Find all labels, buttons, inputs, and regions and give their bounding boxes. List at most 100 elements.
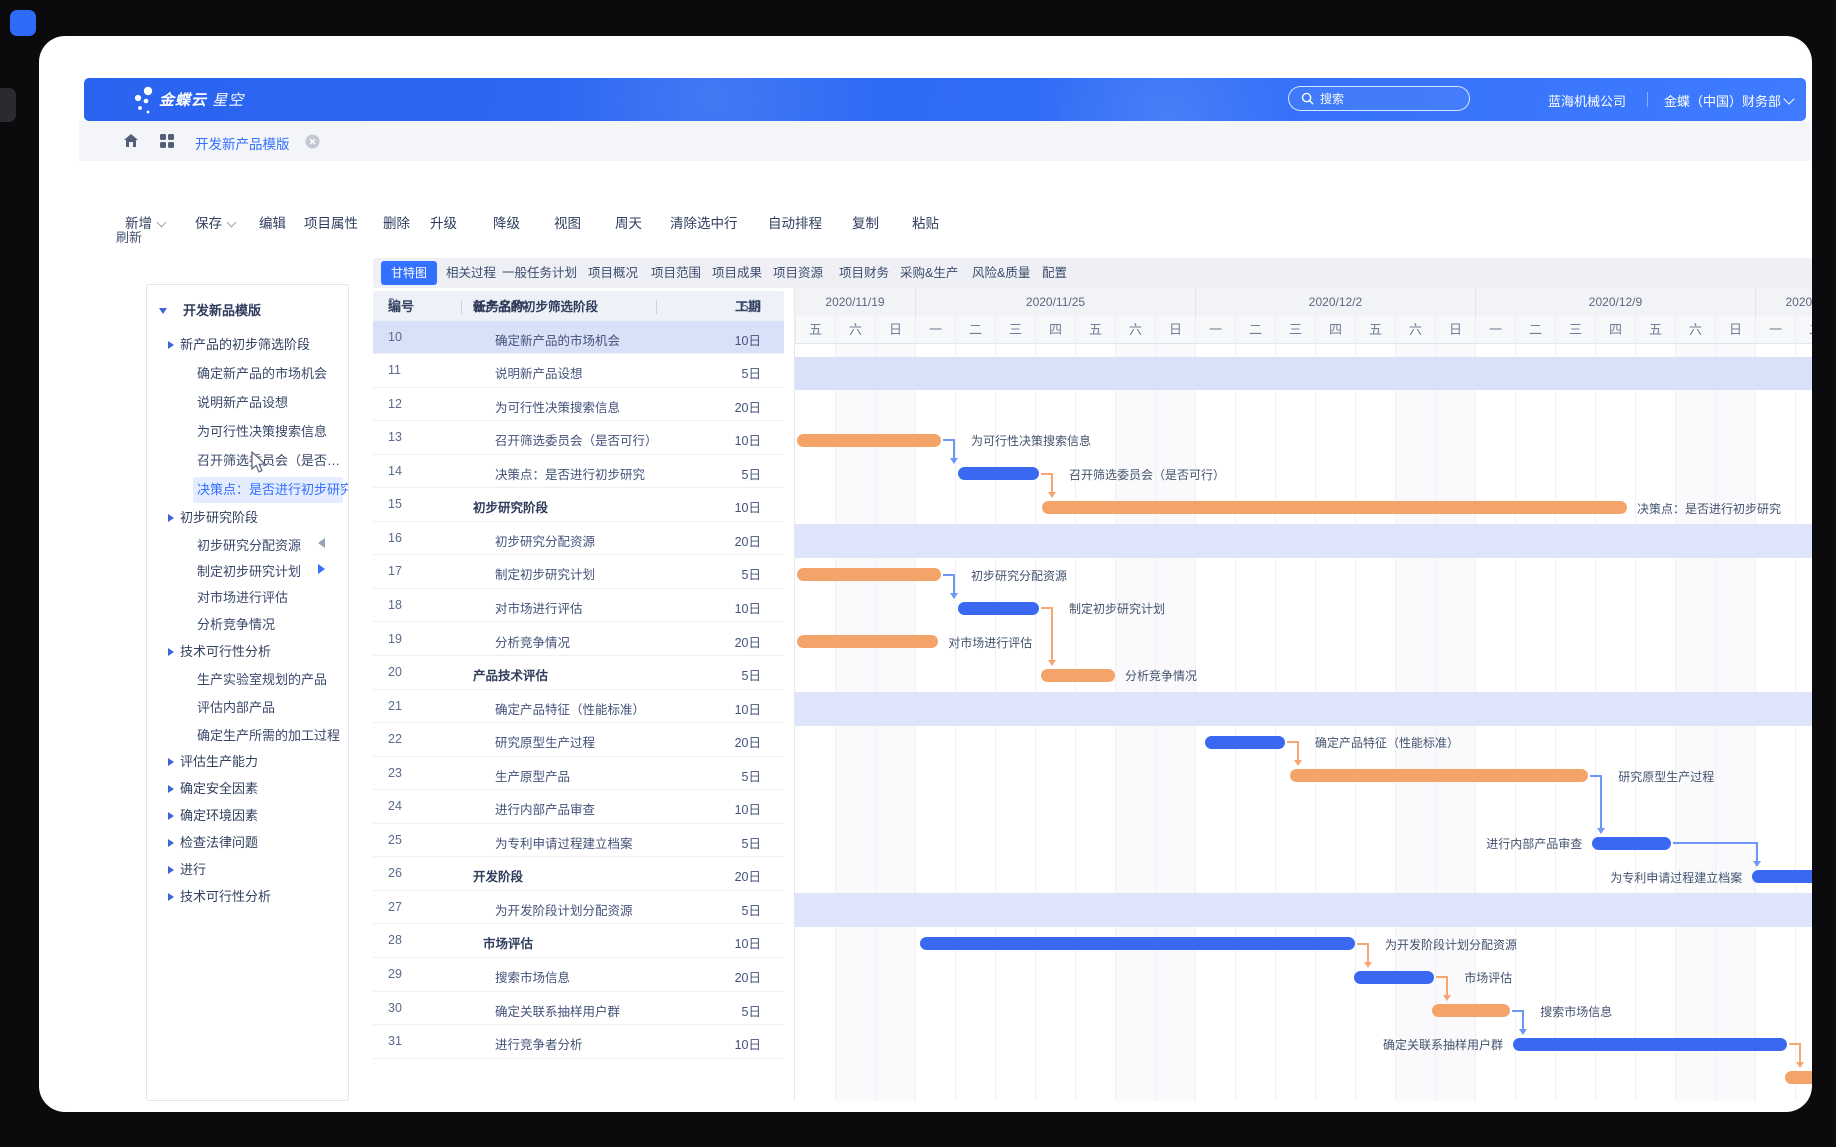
table-row-20[interactable]: 20 产品技术评估 5日 [373, 656, 784, 690]
view-tab-3[interactable]: 一般任务计划 [502, 258, 577, 288]
tree-item-20[interactable]: 检查法律问题 [180, 830, 258, 856]
view-tab-10[interactable]: 风险&质量 [972, 258, 1030, 288]
tree-item-1[interactable]: 开发新品模版 [183, 298, 261, 324]
toolbar-item-2[interactable]: 保存 [195, 212, 237, 232]
toolbar-item-11[interactable]: 自动排程 [768, 212, 822, 232]
table-row-25[interactable]: 25 为专利申请过程建立档案 5日 [373, 824, 784, 858]
expand-arrow-icon[interactable] [168, 648, 174, 656]
toolbar-item-12[interactable]: 复制 [852, 212, 879, 232]
table-row-21[interactable]: 21 确定产品特征（性能标准） 10日 [373, 690, 784, 724]
toolbar-item-9[interactable]: 周天 [615, 212, 642, 232]
gantt-bar-task-16[interactable] [797, 568, 941, 582]
expand-arrow-icon[interactable] [168, 839, 174, 847]
toolbar-item-7[interactable]: 降级 [493, 212, 520, 232]
expand-arrow-icon[interactable] [168, 893, 174, 901]
view-tab-active[interactable]: 甘特图 [381, 261, 438, 285]
gantt-bar-task-25[interactable] [1752, 870, 1812, 884]
table-row-24[interactable]: 24 进行内部产品审查 10日 [373, 790, 784, 824]
tree-item-19[interactable]: 确定环境因素 [180, 803, 258, 829]
tree-item-21[interactable]: 进行 [180, 857, 206, 883]
collapse-left-icon[interactable] [318, 538, 325, 548]
tree-item-17[interactable]: 评估生产能力 [180, 749, 258, 775]
gantt-bar-task-24[interactable] [1592, 836, 1671, 850]
view-tab-2[interactable]: 相关过程 [446, 258, 496, 288]
gantt-bar-task-27[interactable] [920, 937, 1355, 951]
table-row-30[interactable]: 30 确定关联系抽样用户群 5日 [373, 992, 784, 1026]
view-tab-5[interactable]: 项目范围 [651, 258, 701, 288]
expand-arrow-icon[interactable] [168, 758, 174, 766]
tree-item-22[interactable]: 技术可行性分析 [180, 884, 271, 910]
table-row-13[interactable]: 13 召开筛选委员会（是否可行） 10日 [373, 421, 784, 455]
toolbar-item-6[interactable]: 升级 [430, 212, 457, 232]
close-tab-icon[interactable] [305, 134, 320, 149]
tree-item-7[interactable]: 决策点：是否进行初步研究 [197, 477, 348, 503]
table-row-22[interactable]: 22 研究原型生产过程 20日 [373, 723, 784, 757]
tab-document-title[interactable]: 开发新产品模版 [195, 133, 290, 153]
view-tab-11[interactable]: 配置 [1042, 258, 1067, 288]
dock-app-icon-partial[interactable] [0, 88, 16, 122]
table-row-9[interactable]: 9 新产品的初步筛选阶段 5日 [373, 287, 784, 321]
expand-right-icon[interactable] [318, 564, 325, 574]
gantt-bar-task-29[interactable] [1432, 1004, 1511, 1018]
table-row-29[interactable]: 29 搜索市场信息 20日 [373, 958, 784, 992]
table-row-28[interactable]: 28 市场评估 10日 [373, 924, 784, 958]
refresh-button[interactable]: 刷新 [116, 227, 142, 246]
tree-item-16[interactable]: 确定生产所需的加工过程 [197, 723, 340, 749]
gantt-bar-task-19[interactable] [1041, 668, 1115, 682]
expand-arrow-icon[interactable] [168, 341, 174, 349]
tree-item-2[interactable]: 新产品的初步筛选阶段 [180, 332, 310, 358]
table-row-10[interactable]: 10 确定新产品的市场机会 10日 [373, 320, 784, 355]
view-tab-8[interactable]: 项目财务 [839, 258, 889, 288]
toolbar-item-13[interactable]: 粘贴 [912, 212, 939, 232]
toolbar-item-8[interactable]: 视图 [554, 212, 581, 232]
tree-item-14[interactable]: 生产实验室规划的产品 [197, 667, 327, 693]
table-row-16[interactable]: 16 初步研究分配资源 20日 [373, 522, 784, 556]
tree-item-11[interactable]: 对市场进行评估 [197, 585, 288, 611]
table-row-27[interactable]: 27 为开发阶段计划分配资源 5日 [373, 891, 784, 925]
table-row-19[interactable]: 19 分析竞争情况 20日 [373, 623, 784, 657]
view-tab-7[interactable]: 项目资源 [773, 258, 823, 288]
table-row-17[interactable]: 17 制定初步研究计划 5日 [373, 555, 784, 589]
toolbar-item-4[interactable]: 项目属性 [304, 212, 358, 232]
gantt-bar-task-14[interactable] [1042, 501, 1627, 515]
gantt-bar-task-12[interactable] [797, 433, 941, 447]
tree-item-3[interactable]: 确定新产品的市场机会 [197, 361, 327, 387]
toolbar-item-5[interactable]: 删除 [383, 212, 410, 232]
gantt-bar-task-18[interactable] [797, 635, 939, 649]
gantt-bar-task-21[interactable] [1205, 735, 1285, 749]
view-tab-4[interactable]: 项目概况 [588, 258, 638, 288]
tree-item-10[interactable]: 制定初步研究计划 [197, 559, 301, 585]
tree-item-18[interactable]: 确定安全因素 [180, 776, 258, 802]
expand-arrow-icon[interactable] [168, 866, 174, 874]
table-row-15[interactable]: 15 初步研究阶段 10日 [373, 488, 784, 522]
toolbar-item-3[interactable]: 编辑 [259, 212, 286, 232]
expand-arrow-icon[interactable] [168, 785, 174, 793]
tree-item-13[interactable]: 技术可行性分析 [180, 639, 271, 665]
view-tab-6[interactable]: 项目成果 [712, 258, 762, 288]
gantt-bar-task-31[interactable] [1785, 1071, 1812, 1085]
table-row-18[interactable]: 18 对市场进行评估 10日 [373, 589, 784, 623]
company-name[interactable]: 蓝海机械公司 [1548, 91, 1626, 110]
gantt-bar-task-28[interactable] [1354, 970, 1435, 984]
tree-item-9[interactable]: 初步研究分配资源 [197, 533, 301, 559]
expand-arrow-icon[interactable] [168, 514, 174, 522]
apps-grid-icon[interactable] [159, 133, 175, 149]
home-icon[interactable] [122, 132, 140, 150]
tree-item-5[interactable]: 为可行性决策搜索信息 [197, 419, 327, 445]
tree-item-8[interactable]: 初步研究阶段 [180, 505, 258, 531]
user-org-menu[interactable]: 金蝶（中国）财务部 [1664, 91, 1795, 110]
search-input[interactable]: 搜索 [1288, 86, 1470, 111]
tree-item-12[interactable]: 分析竞争情况 [197, 612, 275, 638]
gantt-bar-task-30[interactable] [1513, 1037, 1787, 1051]
dock-app-icon[interactable] [10, 10, 36, 36]
toolbar-item-10[interactable]: 清除选中行 [670, 212, 738, 232]
gantt-bar-task-22[interactable] [1290, 769, 1589, 783]
table-row-23[interactable]: 23 生产原型产品 5日 [373, 757, 784, 791]
tree-item-15[interactable]: 评估内部产品 [197, 695, 275, 721]
tree-item-4[interactable]: 说明新产品设想 [197, 390, 288, 416]
gantt-bar-task-17[interactable] [958, 601, 1039, 615]
table-row-26[interactable]: 26 开发阶段 20日 [373, 857, 784, 891]
table-row-14[interactable]: 14 决策点：是否进行初步研究 5日 [373, 455, 784, 489]
gantt-chart[interactable]: 2020/11/19 2020/11/25 2020/12/2 2020/12/9 20… [794, 288, 1812, 1101]
table-row-11[interactable]: 11 说明新产品设想 5日 [373, 354, 784, 388]
